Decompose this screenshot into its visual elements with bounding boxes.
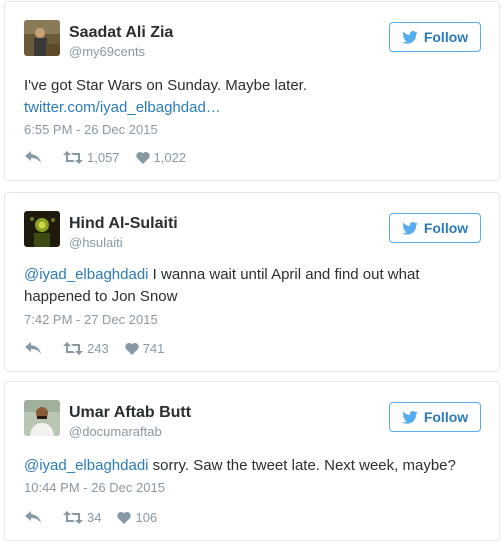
- tweet-feed: Saadat Ali Zia @my69cents Follow I've go…: [0, 0, 502, 543]
- tweet-text: I've got Star Wars on Sunday. Maybe late…: [24, 75, 483, 119]
- tweet-timestamp[interactable]: 6:55 PM - 26 Dec 2015: [24, 122, 158, 137]
- author-handle[interactable]: @my69cents: [69, 44, 145, 59]
- author-name[interactable]: Umar Aftab Butt: [69, 404, 191, 422]
- retweet-button[interactable]: 1,057: [63, 150, 120, 165]
- tweet-actions: 243 741: [25, 339, 164, 357]
- twitter-bird-icon: [402, 30, 418, 44]
- reply-button[interactable]: [25, 151, 41, 163]
- twitter-bird-icon: [402, 410, 418, 424]
- retweet-icon: [63, 510, 83, 524]
- reply-icon: [25, 511, 41, 523]
- retweet-icon: [63, 150, 83, 164]
- like-button[interactable]: 106: [117, 510, 157, 525]
- retweet-button[interactable]: 34: [63, 510, 101, 525]
- twitter-bird-icon: [402, 221, 418, 235]
- author-handle[interactable]: @hsulaiti: [69, 235, 123, 250]
- like-count: 741: [142, 340, 165, 356]
- reply-button[interactable]: [25, 342, 41, 354]
- tweet-link[interactable]: twitter.com/iyad_elbaghdad…: [24, 99, 221, 116]
- avatar[interactable]: [24, 20, 60, 56]
- tweet-actions: 1,057 1,022: [25, 148, 186, 166]
- tweet-body: I've got Star Wars on Sunday. Maybe late…: [24, 77, 308, 94]
- retweet-count: 34: [87, 509, 102, 525]
- follow-label: Follow: [423, 29, 469, 45]
- tweet-timestamp[interactable]: 10:44 PM - 26 Dec 2015: [24, 480, 165, 495]
- author-name[interactable]: Saadat Ali Zia: [69, 24, 173, 42]
- retweet-icon: [63, 341, 83, 355]
- heart-icon: [135, 151, 150, 164]
- follow-label: Follow: [423, 409, 469, 425]
- author-name[interactable]: Hind Al-Sulaiti: [69, 215, 178, 233]
- like-count: 106: [135, 509, 158, 525]
- tweet-text: @iyad_elbaghdadi sorry. Saw the tweet la…: [24, 455, 483, 477]
- retweet-count: 1,057: [87, 149, 120, 165]
- avatar[interactable]: [24, 211, 60, 247]
- heart-icon: [117, 511, 132, 524]
- retweet-count: 243: [87, 340, 109, 356]
- follow-button[interactable]: Follow: [389, 402, 481, 432]
- heart-icon: [125, 342, 139, 355]
- tweet-mention[interactable]: @iyad_elbaghdadi: [24, 266, 149, 283]
- tweet-card: Umar Aftab Butt @documaraftab Follow @iy…: [4, 381, 500, 541]
- follow-button[interactable]: Follow: [389, 22, 481, 52]
- reply-button[interactable]: [25, 511, 41, 523]
- tweet-card: Saadat Ali Zia @my69cents Follow I've go…: [4, 1, 500, 181]
- tweet-mention[interactable]: @iyad_elbaghdadi: [24, 457, 149, 474]
- reply-icon: [25, 151, 41, 163]
- tweet-timestamp[interactable]: 7:42 PM - 27 Dec 2015: [24, 312, 158, 327]
- follow-label: Follow: [423, 220, 469, 236]
- tweet-card: Hind Al-Sulaiti @hsulaiti Follow @iyad_e…: [4, 192, 500, 372]
- tweet-body: sorry. Saw the tweet late. Next week, ma…: [148, 457, 456, 474]
- avatar[interactable]: [24, 400, 60, 436]
- like-button[interactable]: 1,022: [135, 149, 187, 165]
- like-count: 1,022: [153, 149, 187, 165]
- follow-button[interactable]: Follow: [389, 213, 481, 243]
- reply-icon: [25, 342, 41, 354]
- tweet-text: @iyad_elbaghdadi I wanna wait until Apri…: [24, 264, 483, 308]
- like-button[interactable]: 741: [125, 340, 165, 356]
- retweet-button[interactable]: 243: [63, 341, 109, 356]
- author-handle[interactable]: @documaraftab: [69, 424, 162, 439]
- tweet-actions: 34 106: [25, 508, 157, 526]
